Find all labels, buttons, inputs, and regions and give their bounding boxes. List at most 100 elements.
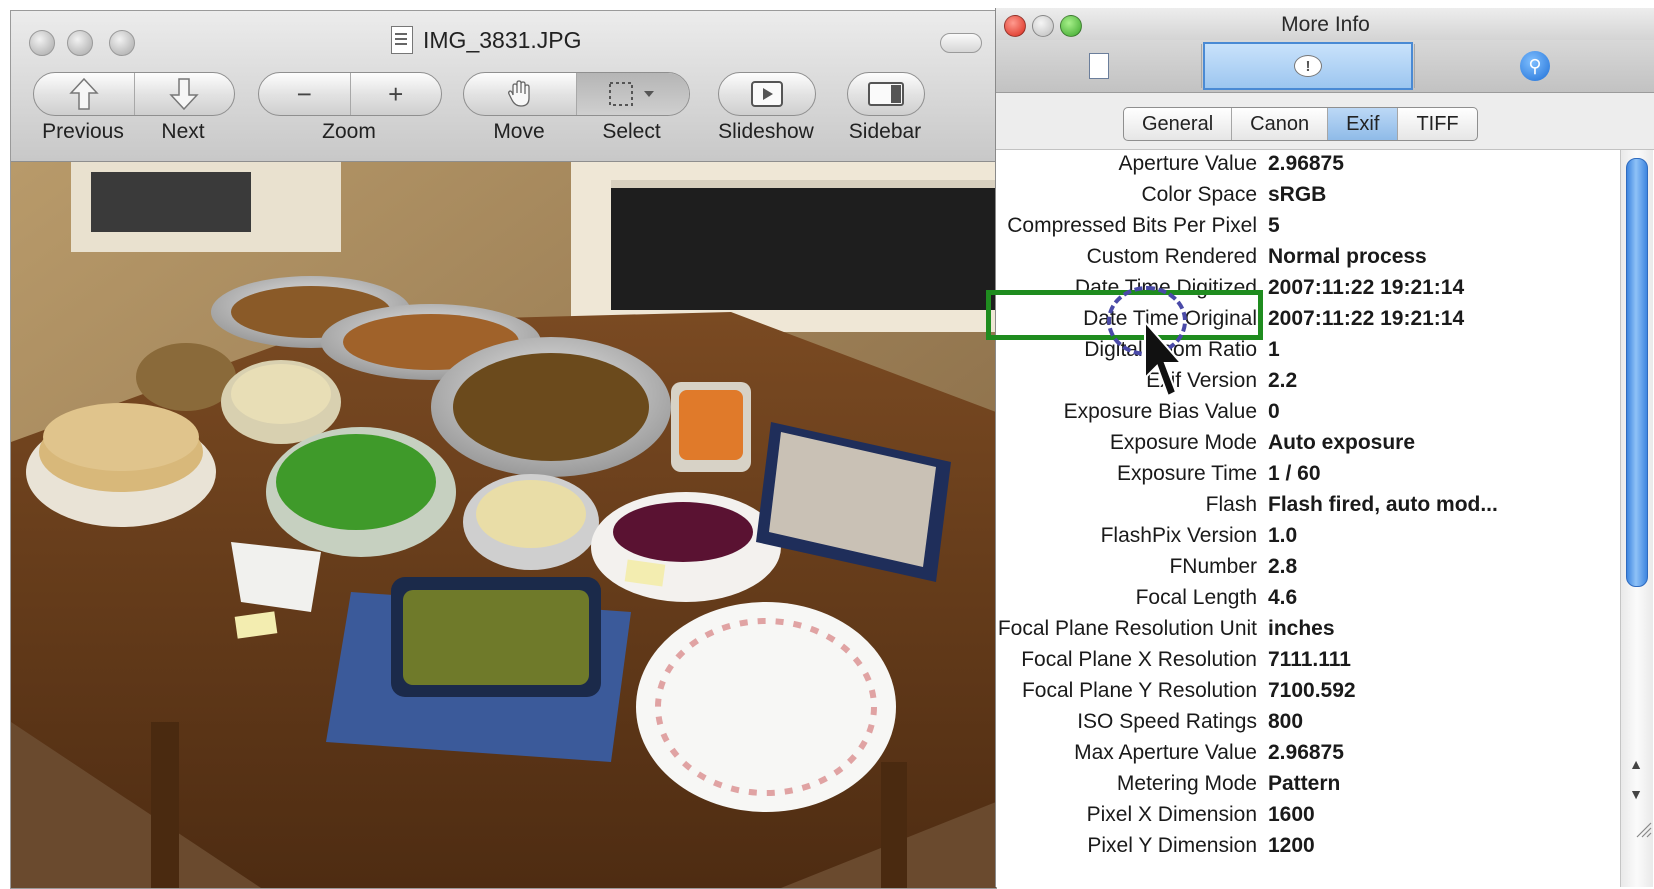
list-item: Pixel X Dimension 1600 bbox=[996, 799, 1616, 830]
previous-label: Previous bbox=[42, 120, 124, 143]
zoom-out-button[interactable]: − bbox=[259, 73, 351, 115]
more-info-panel: More Info ! ⚲ General Canon Exif TIFF Ap… bbox=[995, 8, 1654, 887]
close-window-button[interactable] bbox=[29, 30, 55, 56]
list-item: Focal Length 4.6 bbox=[996, 582, 1616, 613]
keywords-tab[interactable]: ⚲ bbox=[1415, 42, 1654, 90]
resize-grip-icon[interactable] bbox=[1634, 820, 1652, 838]
scrollbar-thumb[interactable] bbox=[1626, 158, 1648, 587]
scroll-down-arrow-icon[interactable]: ▼ bbox=[1626, 783, 1646, 805]
slideshow-control bbox=[718, 72, 816, 116]
window-title: IMG_3831.JPG bbox=[391, 25, 582, 55]
tab-canon[interactable]: Canon bbox=[1232, 108, 1329, 140]
minimize-window-button[interactable] bbox=[67, 30, 93, 56]
list-item: FNumber 2.8 bbox=[996, 551, 1616, 582]
more-info-tab[interactable]: ! bbox=[1203, 42, 1413, 90]
list-item: Focal Plane Y Resolution 7100.592 bbox=[996, 675, 1616, 706]
property-name: Focal Plane X Resolution bbox=[1021, 648, 1257, 671]
sidebar-control bbox=[847, 72, 925, 116]
zoom-label: Zoom bbox=[322, 120, 376, 143]
list-item: Max Aperture Value 2.96875 bbox=[996, 737, 1616, 768]
property-value: Pattern bbox=[1268, 772, 1341, 795]
list-item: Color Space sRGB bbox=[996, 179, 1616, 210]
tab-tiff[interactable]: TIFF bbox=[1398, 108, 1476, 140]
next-button[interactable] bbox=[135, 73, 235, 115]
property-value: 1 / 60 bbox=[1268, 462, 1321, 485]
property-value: 1.0 bbox=[1268, 524, 1298, 547]
zoom-window-button[interactable] bbox=[109, 30, 135, 56]
list-item: Compressed Bits Per Pixel 5 bbox=[996, 210, 1616, 241]
property-name: Focal Plane Y Resolution bbox=[1021, 679, 1257, 702]
slideshow-label: Slideshow bbox=[718, 120, 814, 143]
slideshow-button[interactable] bbox=[719, 73, 815, 115]
property-value: 800 bbox=[1268, 710, 1304, 733]
previous-button[interactable] bbox=[34, 73, 135, 115]
property-value: 7100.592 bbox=[1268, 679, 1356, 702]
property-name: Focal Plane Resolution Unit bbox=[997, 617, 1257, 640]
select-tool-button[interactable] bbox=[577, 73, 689, 115]
property-name: Pixel X Dimension bbox=[1086, 803, 1257, 826]
list-item: Exif Version 2.2 bbox=[996, 365, 1616, 396]
general-info-tab[interactable] bbox=[996, 42, 1201, 90]
list-item: Custom Rendered Normal process bbox=[996, 241, 1616, 272]
photo-canvas[interactable] bbox=[11, 162, 996, 888]
property-value: Flash fired, auto mod... bbox=[1268, 493, 1498, 516]
previous-next-control bbox=[33, 72, 235, 116]
property-value: 7111.111 bbox=[1268, 648, 1351, 671]
metadata-tab-bar: General Canon Exif TIFF bbox=[996, 93, 1654, 150]
property-name: Custom Rendered bbox=[1086, 245, 1257, 268]
property-value: 2.96875 bbox=[1268, 741, 1344, 764]
list-item: Focal Plane X Resolution 7111.111 bbox=[996, 644, 1616, 675]
property-name: Compressed Bits Per Pixel bbox=[1007, 214, 1257, 237]
sidebar-icon bbox=[868, 82, 904, 106]
document-icon bbox=[1088, 53, 1109, 79]
property-value: 5 bbox=[1268, 214, 1280, 237]
preview-window: IMG_3831.JPG − + Previous Next Zoom Move… bbox=[10, 10, 997, 889]
toolbar-toggle-button[interactable] bbox=[940, 33, 982, 53]
tab-general[interactable]: General bbox=[1124, 108, 1233, 140]
scroll-up-arrow-icon[interactable]: ▲ bbox=[1626, 753, 1646, 775]
sidebar-button[interactable] bbox=[848, 73, 924, 115]
down-arrow-icon bbox=[169, 78, 199, 111]
property-value: 2007:11:22 19:21:14 bbox=[1268, 276, 1465, 299]
move-tool-button[interactable] bbox=[464, 73, 577, 115]
property-value: 1 bbox=[1268, 338, 1280, 361]
list-item: Aperture Value 2.96875 bbox=[996, 148, 1616, 179]
property-value: 1600 bbox=[1268, 803, 1315, 826]
selection-marquee-icon bbox=[609, 82, 654, 106]
tab-exif[interactable]: Exif bbox=[1328, 108, 1399, 140]
info-category-toolbar: ! ⚲ bbox=[996, 40, 1654, 93]
property-name: Pixel Y Dimension bbox=[1087, 834, 1257, 857]
search-icon: ⚲ bbox=[1520, 51, 1550, 81]
property-name: Metering Mode bbox=[1116, 772, 1257, 795]
play-screen-icon bbox=[751, 81, 783, 107]
info-bubble-icon: ! bbox=[1294, 55, 1322, 77]
up-arrow-icon bbox=[69, 77, 99, 110]
property-value: 0 bbox=[1268, 400, 1280, 423]
property-value: Auto exposure bbox=[1268, 431, 1416, 454]
jpeg-document-icon bbox=[391, 26, 413, 54]
zoom-in-button[interactable]: + bbox=[351, 73, 442, 115]
list-item: Focal Plane Resolution Unit inches bbox=[996, 613, 1616, 644]
preview-toolbar: IMG_3831.JPG − + Previous Next Zoom Move… bbox=[11, 11, 996, 162]
list-item: Exposure Bias Value 0 bbox=[996, 396, 1616, 427]
property-value: 2.96875 bbox=[1268, 152, 1344, 175]
panel-title: More Info bbox=[1281, 13, 1370, 36]
metadata-tabs: General Canon Exif TIFF bbox=[1123, 107, 1478, 141]
minus-icon: − bbox=[296, 78, 312, 109]
list-item: Metering Mode Pattern bbox=[996, 768, 1616, 799]
sidebar-label: Sidebar bbox=[848, 120, 922, 143]
zoom-control: − + bbox=[258, 72, 442, 116]
property-value: 2007:11:22 19:21:14 bbox=[1268, 307, 1465, 330]
property-name: Exposure Time bbox=[1116, 462, 1257, 485]
property-name: FNumber bbox=[1169, 555, 1257, 578]
property-name: Focal Length bbox=[1135, 586, 1257, 609]
food-table-photo bbox=[11, 162, 996, 888]
list-item: Pixel Y Dimension 1200 bbox=[996, 830, 1616, 861]
list-item: Flash Flash fired, auto mod... bbox=[996, 489, 1616, 520]
property-name: ISO Speed Ratings bbox=[1077, 710, 1257, 733]
select-label: Select bbox=[602, 120, 661, 143]
property-name: Flash bbox=[1205, 493, 1257, 516]
list-item: FlashPix Version 1.0 bbox=[996, 520, 1616, 551]
property-value: 2.2 bbox=[1268, 369, 1298, 392]
property-value: 4.6 bbox=[1268, 586, 1298, 609]
